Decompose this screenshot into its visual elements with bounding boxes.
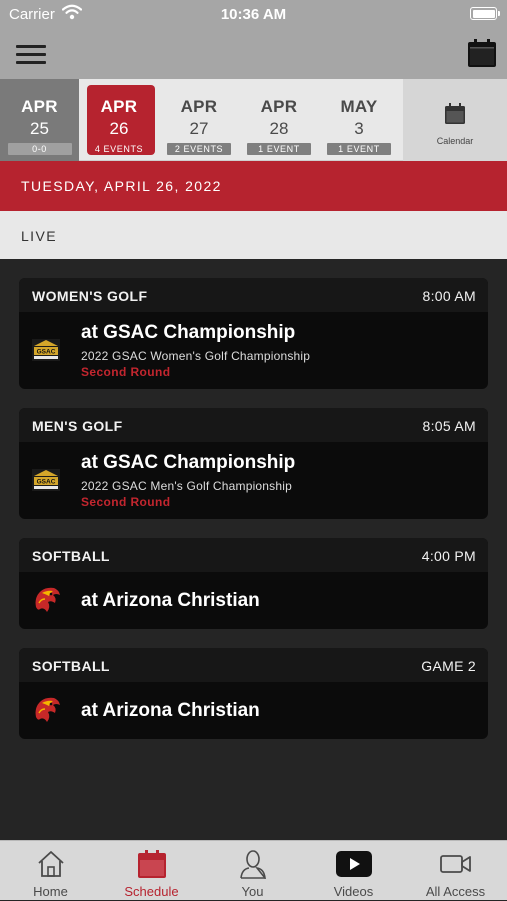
event-card[interactable]: MEN'S GOLF 8:05 AM GSAC at GSAC Champion… <box>19 408 488 519</box>
event-time: 8:00 AM <box>422 288 476 304</box>
event-card-body: at Arizona Christian <box>19 572 488 629</box>
event-card-body: at Arizona Christian <box>19 682 488 739</box>
calendar-icon <box>403 103 507 130</box>
person-icon <box>202 849 303 881</box>
tab-label: All Access <box>425 884 486 899</box>
date-month: APR <box>260 97 298 116</box>
tab-videos[interactable]: Videos <box>303 841 404 901</box>
event-card-header: WOMEN'S GOLF 8:00 AM <box>19 278 488 312</box>
home-icon <box>0 849 101 879</box>
event-title: at GSAC Championship <box>81 322 296 343</box>
event-sport: SOFTBALL <box>32 548 110 564</box>
top-nav-bar <box>0 30 507 79</box>
event-card-body: GSAC at GSAC Championship 2022 GSAC Men'… <box>19 442 488 519</box>
event-subtitle: 2022 GSAC Women's Golf Championship <box>81 349 311 363</box>
svg-text:GSAC: GSAC <box>37 349 56 356</box>
menu-icon[interactable] <box>16 43 46 65</box>
section-label-live: LIVE <box>0 211 507 259</box>
event-card[interactable]: WOMEN'S GOLF 8:00 AM GSAC at GSAC Champi… <box>19 278 488 389</box>
event-card-body: GSAC at GSAC Championship 2022 GSAC Wome… <box>19 312 488 389</box>
event-card-header: SOFTBALL GAME 2 <box>19 648 488 682</box>
date-day: 26 <box>109 119 129 138</box>
event-time: 8:05 AM <box>422 418 476 434</box>
event-sport: WOMEN'S GOLF <box>32 288 148 304</box>
video-camera-icon <box>404 849 507 879</box>
play-icon <box>303 849 404 879</box>
calendar-button[interactable]: Calendar <box>403 79 507 161</box>
event-sport: SOFTBALL <box>32 658 110 674</box>
date-month: MAY <box>340 97 378 116</box>
calendar-label: Calendar <box>436 136 474 146</box>
firestorm-logo-icon <box>32 585 62 620</box>
date-tile-apr-26[interactable]: APR 26 4 EVENTS <box>79 79 159 161</box>
date-count-badge: 0-0 <box>7 143 72 155</box>
event-sport: MEN'S GOLF <box>32 418 123 434</box>
date-tile-apr-27[interactable]: APR 27 2 EVENTS <box>159 79 239 161</box>
event-round: Second Round <box>81 365 171 379</box>
event-time: 4:00 PM <box>421 548 476 564</box>
calendar-icon <box>101 849 202 879</box>
calendar-icon[interactable] <box>467 38 497 73</box>
tab-label: Schedule <box>124 884 179 899</box>
battery-icon <box>470 7 500 20</box>
selected-date-banner: TUESDAY, APRIL 26, 2022 <box>0 161 507 211</box>
tab-all-access[interactable]: All Access <box>404 841 507 901</box>
date-tile-apr-28[interactable]: APR 28 1 EVENT <box>239 79 319 161</box>
date-day: 3 <box>354 119 364 138</box>
event-round: Second Round <box>81 495 171 509</box>
status-bar: Carrier 10:36 AM <box>0 0 507 30</box>
date-tile-apr-25[interactable]: APR 25 0-0 <box>0 79 79 161</box>
event-title: at Arizona Christian <box>81 700 260 721</box>
date-month: APR <box>100 97 138 116</box>
date-day: 25 <box>30 119 49 138</box>
date-count-badge: 2 EVENTS <box>167 143 231 155</box>
tab-you[interactable]: You <box>202 841 303 901</box>
tab-home[interactable]: Home <box>0 841 101 901</box>
date-tile-may-3[interactable]: MAY 3 1 EVENT <box>319 79 399 161</box>
date-month: APR <box>180 97 218 116</box>
tab-label: Videos <box>333 884 374 899</box>
tab-schedule[interactable]: Schedule <box>101 841 202 901</box>
event-subtitle: 2022 GSAC Men's Golf Championship <box>81 479 292 493</box>
svg-text:GSAC: GSAC <box>37 479 56 486</box>
tab-label: Home <box>33 884 68 899</box>
event-card[interactable]: SOFTBALL GAME 2 at Arizona Christian <box>19 648 488 739</box>
date-day: 27 <box>189 119 209 138</box>
date-count-badge: 4 EVENTS <box>94 144 144 154</box>
clock: 10:36 AM <box>220 6 287 23</box>
event-time: GAME 2 <box>421 658 476 674</box>
gsac-logo-icon: GSAC <box>32 339 60 366</box>
event-card-header: MEN'S GOLF 8:05 AM <box>19 408 488 442</box>
event-title: at GSAC Championship <box>81 452 296 473</box>
gsac-logo-icon: GSAC <box>32 469 60 496</box>
firestorm-logo-icon <box>32 695 62 730</box>
date-count-badge: 1 EVENT <box>247 143 311 155</box>
event-card[interactable]: SOFTBALL 4:00 PM at Arizona Christian <box>19 538 488 629</box>
date-count-badge: 1 EVENT <box>327 143 391 155</box>
event-card-header: SOFTBALL 4:00 PM <box>19 538 488 572</box>
date-strip: APR 25 0-0 APR 26 4 EVENTS APR 27 2 EVEN… <box>0 79 507 161</box>
bottom-tab-bar: Home Schedule You Videos All Access <box>0 840 507 900</box>
tab-label: You <box>241 884 264 899</box>
date-day: 28 <box>269 119 289 138</box>
date-month: APR <box>21 97 58 116</box>
event-title: at Arizona Christian <box>81 590 260 611</box>
